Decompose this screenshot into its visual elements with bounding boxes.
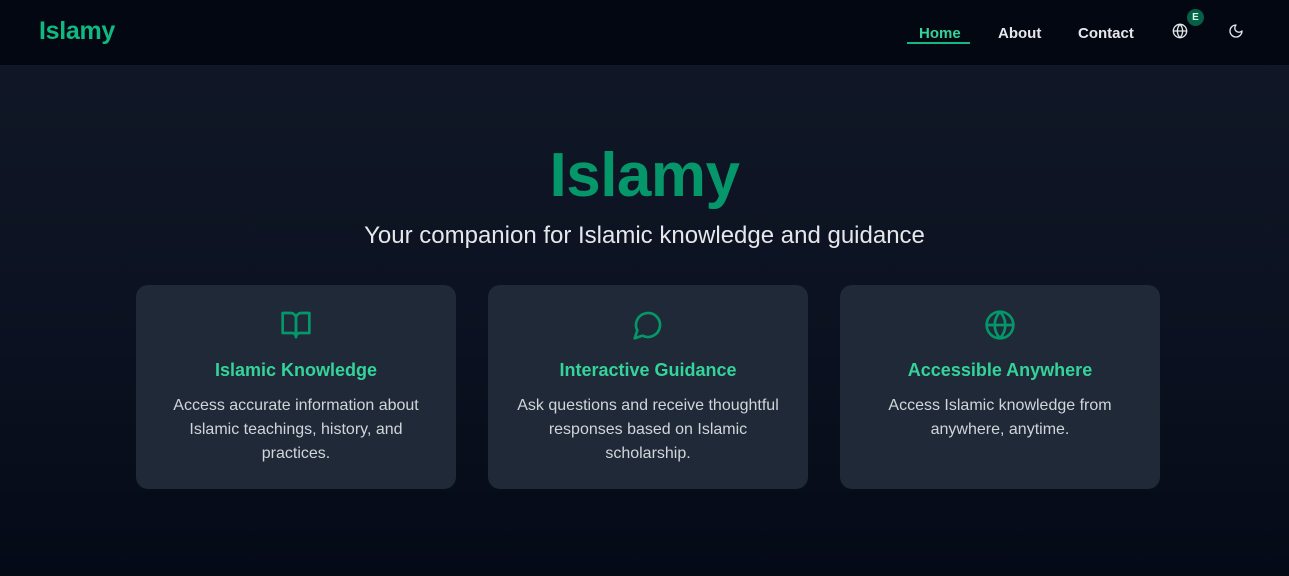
top-navbar: Islamy Home About Contact E bbox=[0, 0, 1289, 65]
message-circle-icon bbox=[488, 309, 808, 341]
globe-icon bbox=[1172, 23, 1188, 44]
language-button[interactable] bbox=[1169, 22, 1191, 44]
feature-title: Accessible Anywhere bbox=[907, 360, 1093, 380]
globe-icon bbox=[840, 309, 1160, 341]
language-badge: E bbox=[1187, 9, 1204, 26]
feature-title: Islamic Knowledge bbox=[214, 360, 378, 380]
feature-card-knowledge: Islamic Knowledge Access accurate inform… bbox=[136, 285, 456, 489]
hero-title: Islamy bbox=[549, 141, 740, 210]
nav-link-about[interactable]: About bbox=[998, 25, 1041, 42]
theme-toggle-button[interactable] bbox=[1225, 22, 1247, 44]
active-nav-underline bbox=[907, 42, 970, 44]
book-open-icon bbox=[136, 309, 456, 341]
feature-description: Ask questions and receive thoughtful res… bbox=[517, 397, 779, 462]
nav-link-contact[interactable]: Contact bbox=[1078, 25, 1134, 42]
feature-card-accessible: Accessible Anywhere Access Islamic knowl… bbox=[840, 285, 1160, 489]
feature-description: Access Islamic knowledge from anywhere, … bbox=[888, 397, 1112, 438]
hero-subtitle: Your companion for Islamic knowledge and… bbox=[364, 222, 925, 249]
brand-logo[interactable]: Islamy bbox=[39, 17, 115, 46]
nav-link-home[interactable]: Home bbox=[919, 25, 961, 42]
feature-title: Interactive Guidance bbox=[559, 360, 737, 380]
feature-description: Access accurate information about Islami… bbox=[173, 397, 419, 462]
moon-icon bbox=[1228, 23, 1244, 44]
feature-card-guidance: Interactive Guidance Ask questions and r… bbox=[488, 285, 808, 489]
